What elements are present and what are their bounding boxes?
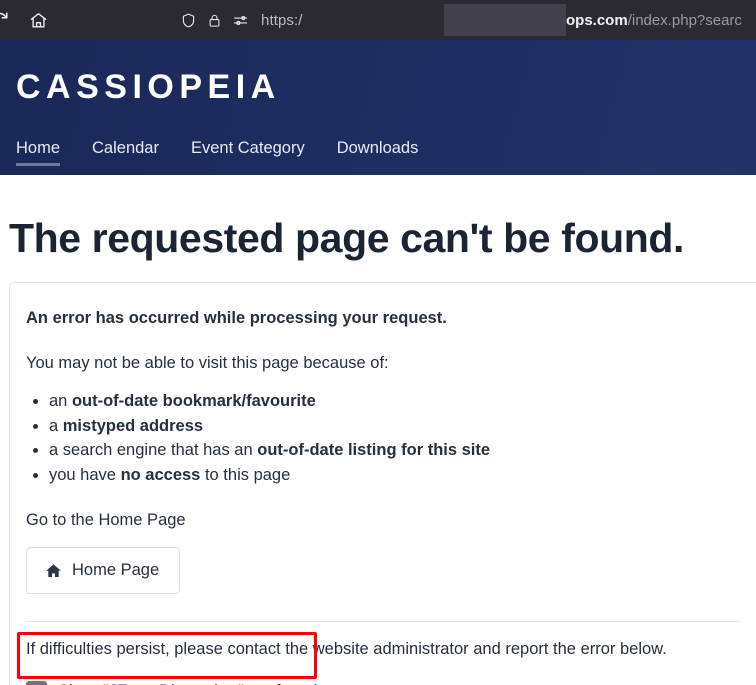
- url-bar-left-segment: https:/: [168, 4, 444, 36]
- list-item: a mistyped address: [49, 414, 756, 439]
- reason-suffix: to this page: [200, 465, 291, 484]
- nav-item-home[interactable]: Home: [16, 138, 61, 166]
- page-title: The requested page can't be found.: [9, 215, 685, 261]
- url-scheme-text: https:/: [261, 11, 303, 29]
- reason-prefix: a: [49, 416, 63, 435]
- goto-home-text: Go to the Home Page: [26, 511, 186, 530]
- home-page-button[interactable]: Home Page: [26, 547, 181, 595]
- nav-item-event-category[interactable]: Event Category: [191, 138, 305, 166]
- main-navigation: Home Calendar Event Category Downloads: [16, 138, 740, 166]
- url-bar-inner: https:/ ops.com/index.php?searc: [168, 4, 756, 36]
- url-host-text: ops.com: [566, 11, 628, 29]
- home-icon[interactable]: [22, 4, 54, 36]
- browser-toolbar: https:/ ops.com/index.php?searc: [0, 0, 756, 40]
- reason-bold: no access: [120, 465, 201, 484]
- content-divider: [26, 621, 740, 623]
- home-icon: [44, 562, 63, 580]
- reason-prefix: a search engine that has an: [49, 441, 258, 460]
- shield-icon[interactable]: [180, 12, 197, 29]
- error-reasons-list: an out-of-date bookmark/favourite a mist…: [26, 389, 756, 487]
- error-detail-row: 0 Class "JEventDispatcher" not found: [26, 681, 756, 685]
- site-header: CASSIOPEIA Home Calendar Event Category …: [0, 40, 756, 175]
- browser-nav-buttons: [0, 0, 54, 40]
- permissions-icon[interactable]: [232, 12, 249, 29]
- reason-prefix: an: [49, 392, 72, 411]
- reason-prefix: you have: [49, 465, 121, 484]
- lock-icon[interactable]: [207, 12, 222, 29]
- error-card: An error has occurred while processing y…: [9, 282, 756, 685]
- url-bar-right-segment: ops.com/index.php?searc: [566, 4, 756, 36]
- reason-bold: out-of-date listing for this site: [257, 441, 491, 460]
- nav-item-downloads[interactable]: Downloads: [337, 138, 419, 166]
- reload-icon[interactable]: [0, 4, 16, 36]
- list-item: an out-of-date bookmark/favourite: [49, 389, 756, 414]
- home-page-button-label: Home Page: [72, 561, 160, 580]
- site-brand: CASSIOPEIA: [16, 68, 281, 106]
- url-path-text: /index.php?searc: [627, 11, 742, 29]
- url-bar[interactable]: https:/ ops.com/index.php?searc: [168, 4, 756, 36]
- error-lead-text: You may not be able to visit this page b…: [26, 354, 389, 373]
- reason-bold: mistyped address: [62, 416, 204, 435]
- nav-item-calendar[interactable]: Calendar: [92, 138, 159, 166]
- app-root: https:/ ops.com/index.php?searc CASSIOPE…: [0, 0, 756, 685]
- reason-bold: out-of-date bookmark/favourite: [71, 392, 316, 411]
- list-item: a search engine that has an out-of-date …: [49, 438, 756, 463]
- error-heading: An error has occurred while processing y…: [26, 309, 447, 328]
- page-content: The requested page can't be found. An er…: [0, 175, 756, 685]
- error-code-badge: 0: [26, 681, 47, 685]
- list-item: you have no access to this page: [49, 463, 756, 488]
- persist-help-text: If difficulties persist, please contact …: [26, 640, 667, 659]
